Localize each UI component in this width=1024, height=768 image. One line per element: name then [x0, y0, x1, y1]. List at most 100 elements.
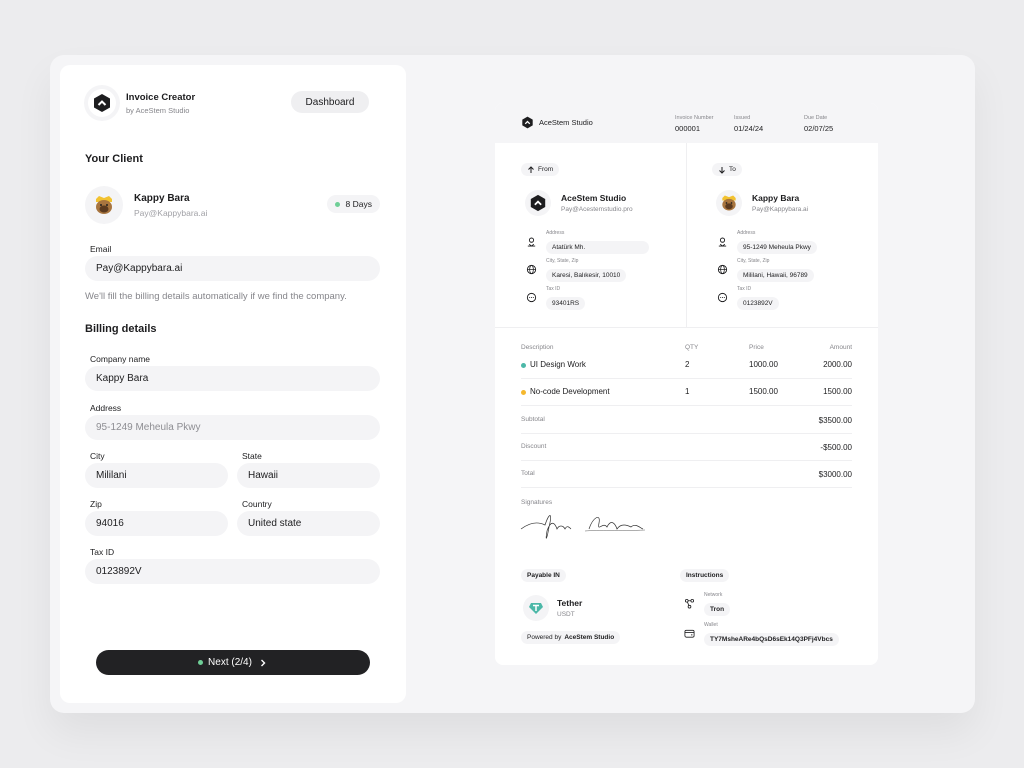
item-amount: 1500.00 — [823, 387, 852, 396]
autofill-hint: We'll fill the billing details automatic… — [85, 291, 347, 302]
from-party: AceStem Studio Pay@Acestemstudio.pro — [525, 190, 633, 216]
app-title: Invoice Creator — [126, 91, 196, 103]
next-button[interactable]: Next (2/4) — [96, 650, 370, 675]
discount-value: -$500.00 — [820, 443, 852, 452]
company-field[interactable]: Kappy Bara — [85, 366, 380, 391]
arrow-down-icon — [719, 166, 725, 174]
brand-logo-icon — [522, 116, 533, 129]
from-logo-icon — [525, 190, 551, 216]
item-price: 1000.00 — [749, 360, 778, 369]
from-city: City, State, Zip Karesi, Balıkesir, 10010 — [526, 258, 627, 282]
payable-in-label: Payable IN — [521, 569, 566, 582]
state-label: State — [242, 451, 262, 461]
network-value: Tron — [704, 603, 731, 616]
instructions-label: Instructions — [680, 569, 730, 582]
item-description: UI Design Work — [530, 360, 586, 369]
chat-bubble-icon — [526, 292, 537, 303]
item-qty: 1 — [685, 387, 690, 396]
to-tax-value: 0123892V — [737, 297, 779, 310]
due-date: Due Date 02/07/25 — [804, 115, 833, 133]
brand: Invoice Creator by AceStem Studio — [88, 89, 195, 117]
table-row: UI Design Work 2 1000.00 2000.00 — [521, 352, 852, 379]
subtotal-row: Subtotal $3500.00 — [521, 407, 852, 434]
network-label: Network — [704, 592, 723, 598]
from-tax-label: Tax ID — [546, 286, 561, 292]
wallet-label: Wallet — [704, 622, 718, 628]
invoice-number-label: Invoice Number — [675, 115, 714, 121]
from-name: AceStem Studio — [561, 193, 627, 203]
app-subtitle: by AceStem Studio — [126, 105, 190, 115]
to-city-label: City, State, Zip — [737, 258, 770, 264]
col-description: Description — [521, 344, 554, 351]
client-name: Kappy Bara — [134, 192, 190, 204]
network-row: Network Tron — [684, 592, 731, 616]
invoice-preview: AceStem Studio Invoice Number 000001 Iss… — [495, 103, 878, 665]
to-avatar — [716, 190, 742, 216]
chat-bubble-icon — [717, 292, 728, 303]
from-address-label: Address — [546, 230, 565, 236]
to-tax: Tax ID 0123892V — [717, 286, 779, 310]
email-field[interactable]: Pay@Kappybara.ai — [85, 256, 380, 281]
due-label: Due Date — [804, 115, 828, 121]
company-label: Company name — [90, 354, 151, 364]
invoice-brand: AceStem Studio — [521, 116, 593, 129]
col-qty: QTY — [685, 344, 699, 351]
invoice-number: Invoice Number 000001 — [675, 115, 714, 133]
globe-icon — [526, 264, 537, 275]
client-avatar — [85, 186, 123, 224]
from-tax-value: 93401RS — [546, 297, 586, 310]
powered-by-prefix: Powered by — [527, 634, 562, 641]
issued-date: Issued 01/24/24 — [734, 115, 763, 133]
tax-id-field[interactable]: 0123892V — [85, 559, 380, 584]
app-logo-icon — [88, 89, 116, 117]
discount-label: Discount — [521, 443, 547, 450]
issued-label: Issued — [734, 115, 751, 121]
total-value: $3000.00 — [818, 470, 852, 479]
client-email: Pay@Kappybara.ai — [134, 207, 208, 218]
address-label: Address — [90, 403, 122, 413]
wallet-row: Wallet TY7MsheARe4bQsD6sEk14Q3PFj4Vbcs — [684, 622, 839, 646]
from-tax: Tax ID 93401RS — [526, 286, 586, 310]
status-dot-icon — [334, 201, 340, 207]
tether-icon — [523, 595, 549, 621]
line-item-dot-icon — [521, 390, 526, 395]
dashboard-button[interactable]: Dashboard — [291, 91, 369, 113]
city-label: City — [90, 451, 105, 461]
wallet-value[interactable]: TY7MsheARe4bQsD6sEk14Q3PFj4Vbcs — [704, 633, 839, 646]
arrow-up-icon — [528, 165, 534, 173]
to-tag-label: To — [729, 166, 736, 173]
item-amount: 2000.00 — [823, 360, 852, 369]
address-field[interactable]: 95-1249 Meheula Pkwy — [85, 415, 380, 440]
party-divider — [686, 143, 687, 327]
state-field[interactable]: Hawaii — [237, 463, 380, 488]
from-tag: From — [521, 163, 560, 176]
currency: Tether USDT — [523, 595, 582, 621]
subtotal-label: Subtotal — [521, 416, 545, 423]
total-label: Total — [521, 470, 535, 477]
capybara-icon — [96, 196, 112, 214]
powered-by: Powered by AceStem Studio — [521, 631, 621, 644]
zip-label: Zip — [90, 499, 102, 509]
issued-value: 01/24/24 — [734, 124, 764, 133]
section-divider — [495, 327, 878, 328]
next-button-label: Next (2/4) — [208, 657, 252, 668]
country-field[interactable]: United state — [237, 511, 380, 536]
table-row: No-code Development 1 1500.00 1500.00 — [521, 379, 852, 406]
currency-name: Tether — [557, 598, 583, 608]
city-field[interactable]: Mililani — [85, 463, 228, 488]
from-address: Address Atatürk Mh. — [526, 230, 649, 254]
due-value: 02/07/25 — [804, 124, 834, 133]
capybara-icon — [722, 195, 736, 211]
zip-field[interactable]: 94016 — [85, 511, 228, 536]
country-label: Country — [242, 499, 272, 509]
location-pin-icon — [718, 237, 727, 247]
powered-by-brand: AceStem Studio — [564, 634, 615, 641]
invoice-header: AceStem Studio Invoice Number 000001 Iss… — [495, 103, 878, 143]
total-row: Total $3000.00 — [521, 461, 852, 488]
item-price: 1500.00 — [749, 387, 778, 396]
client-section-title: Your Client — [85, 153, 143, 165]
globe-icon — [717, 264, 728, 275]
from-city-value: Karesi, Balıkesir, 10010 — [546, 269, 627, 282]
invoice-number-value: 000001 — [675, 124, 701, 133]
to-city: City, State, Zip Mililani, Hawaii, 96789 — [717, 258, 814, 282]
